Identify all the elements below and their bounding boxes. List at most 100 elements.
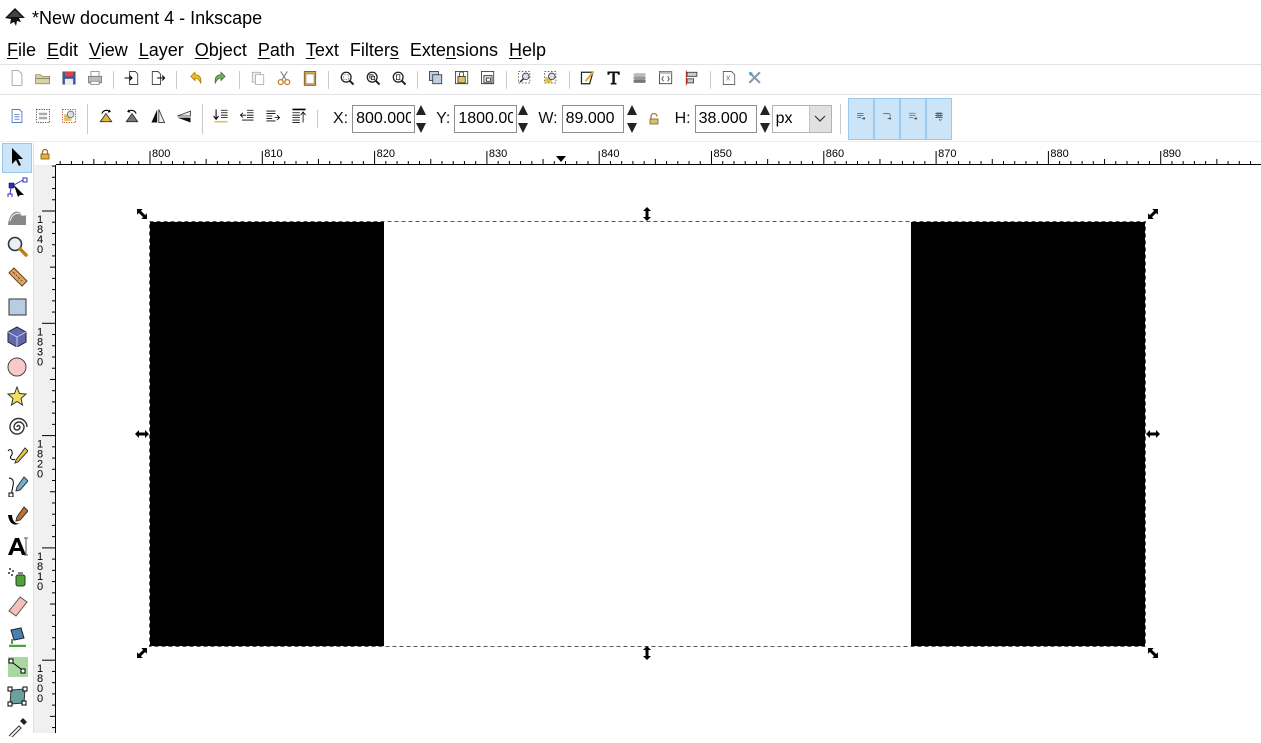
- measure-tool[interactable]: [2, 263, 32, 293]
- open-button[interactable]: [32, 69, 54, 91]
- zoom-drawing-button[interactable]: [362, 69, 384, 91]
- lower-button[interactable]: [236, 108, 258, 130]
- scale-handle-bottom-right[interactable]: [1145, 645, 1161, 661]
- chevron-down-icon[interactable]: [808, 105, 831, 132]
- zoom-selection-button[interactable]: [336, 69, 358, 91]
- w-stepper[interactable]: [626, 104, 637, 133]
- pencil-tool[interactable]: [2, 443, 32, 473]
- print-button[interactable]: [84, 69, 106, 91]
- menu-help[interactable]: Help: [505, 40, 550, 61]
- tweak-tool[interactable]: [2, 203, 32, 233]
- flip-vertical-button[interactable]: [173, 108, 195, 130]
- redo-button[interactable]: [210, 69, 232, 91]
- scale-handle-bottom-left[interactable]: [134, 645, 150, 661]
- scale-handle-top-right[interactable]: [1145, 206, 1161, 222]
- duplicate-button[interactable]: [247, 69, 269, 91]
- right-black-rect[interactable]: [911, 222, 1145, 646]
- menu-file[interactable]: File: [3, 40, 40, 61]
- select-all-layers-button[interactable]: [32, 108, 54, 130]
- menu-edit[interactable]: Edit: [43, 40, 82, 61]
- lower-to-bottom-button[interactable]: [210, 108, 232, 130]
- ruler-corner-lock-icon[interactable]: [34, 143, 56, 165]
- scale-handle-right[interactable]: [1146, 430, 1160, 438]
- layers-button[interactable]: [629, 69, 651, 91]
- scale-handle-top[interactable]: [643, 207, 651, 221]
- gradient-tool[interactable]: [2, 653, 32, 683]
- rotate-cw-button[interactable]: [121, 108, 143, 130]
- menu-filters[interactable]: Filters: [346, 40, 403, 61]
- menu-extensions[interactable]: Extensions: [406, 40, 502, 61]
- text-tool[interactable]: [2, 533, 32, 563]
- save-button[interactable]: [58, 69, 80, 91]
- spray-tool[interactable]: [2, 563, 32, 593]
- x-spinbox[interactable]: [352, 104, 427, 133]
- undo-button[interactable]: [184, 69, 206, 91]
- w-spinbox[interactable]: [561, 104, 637, 133]
- w-input[interactable]: [561, 104, 624, 133]
- raise-button[interactable]: [262, 108, 284, 130]
- dropper-tool[interactable]: [2, 713, 32, 743]
- ungroup-button[interactable]: [477, 69, 499, 91]
- new-document-button[interactable]: [6, 69, 28, 91]
- paste-button[interactable]: [299, 69, 321, 91]
- unit-select[interactable]: px: [771, 104, 832, 133]
- x-input[interactable]: [352, 104, 416, 133]
- xml-editor-button[interactable]: [655, 69, 677, 91]
- rectangle-tool[interactable]: [2, 293, 32, 323]
- flip-horizontal-button[interactable]: [147, 108, 169, 130]
- document-properties-button[interactable]: [718, 69, 740, 91]
- zoom-page-button[interactable]: [388, 69, 410, 91]
- h-stepper[interactable]: [759, 104, 770, 133]
- scale-handle-top-left[interactable]: [134, 206, 150, 222]
- y-input[interactable]: [454, 104, 518, 133]
- eraser-tool[interactable]: [2, 593, 32, 623]
- paint-bucket-tool[interactable]: [2, 623, 32, 653]
- import-button[interactable]: [121, 69, 143, 91]
- horizontal-ruler[interactable]: 800 810 820 830 840 850 860 870 880 890: [56, 143, 1261, 165]
- menu-view[interactable]: View: [85, 40, 132, 61]
- deselect-button[interactable]: [58, 108, 80, 130]
- x-stepper[interactable]: [416, 104, 427, 133]
- 3d-box-tool[interactable]: [2, 323, 32, 353]
- y-spinbox[interactable]: [454, 104, 529, 133]
- star-tool[interactable]: [2, 383, 32, 413]
- transform-gradients-toggle[interactable]: [899, 97, 926, 140]
- mesh-tool[interactable]: [2, 683, 32, 713]
- scale-handle-left[interactable]: [135, 430, 149, 438]
- left-black-rect[interactable]: [150, 222, 384, 646]
- duplicate-object-button[interactable]: [425, 69, 447, 91]
- selector-tool[interactable]: [2, 143, 32, 173]
- menu-path[interactable]: Path: [254, 40, 299, 61]
- h-spinbox[interactable]: [694, 104, 770, 133]
- h-input[interactable]: [694, 104, 757, 133]
- lock-ratio-icon[interactable]: [643, 112, 665, 125]
- menu-object[interactable]: Object: [191, 40, 251, 61]
- raise-to-top-button[interactable]: [288, 108, 310, 130]
- pen-tool[interactable]: [2, 473, 32, 503]
- align-distribute-button[interactable]: [681, 69, 703, 91]
- zoom-tool[interactable]: [2, 233, 32, 263]
- node-tool[interactable]: [2, 173, 32, 203]
- group-button[interactable]: [451, 69, 473, 91]
- calligraphy-tool[interactable]: [2, 503, 32, 533]
- zoom-fit-button[interactable]: [514, 69, 536, 91]
- scale-corners-toggle[interactable]: [873, 97, 900, 140]
- drawing-canvas[interactable]: [57, 166, 1261, 733]
- clone-button[interactable]: [540, 69, 562, 91]
- ellipse-tool[interactable]: [2, 353, 32, 383]
- menu-layer[interactable]: Layer: [135, 40, 188, 61]
- text-font-button[interactable]: [603, 69, 625, 91]
- rotate-ccw-button[interactable]: [95, 108, 117, 130]
- scale-stroke-toggle[interactable]: [847, 97, 874, 140]
- vertical-ruler[interactable]: 18401830182018101800: [34, 165, 56, 733]
- spiral-tool[interactable]: [2, 413, 32, 443]
- menu-text[interactable]: Text: [302, 40, 343, 61]
- scale-handle-bottom[interactable]: [643, 646, 651, 660]
- cut-button[interactable]: [273, 69, 295, 91]
- transform-patterns-toggle[interactable]: [925, 97, 952, 140]
- preferences-button[interactable]: [744, 69, 766, 91]
- select-all-button[interactable]: [6, 108, 28, 130]
- y-stepper[interactable]: [518, 104, 529, 133]
- fill-stroke-button[interactable]: [577, 69, 599, 91]
- export-button[interactable]: [147, 69, 169, 91]
